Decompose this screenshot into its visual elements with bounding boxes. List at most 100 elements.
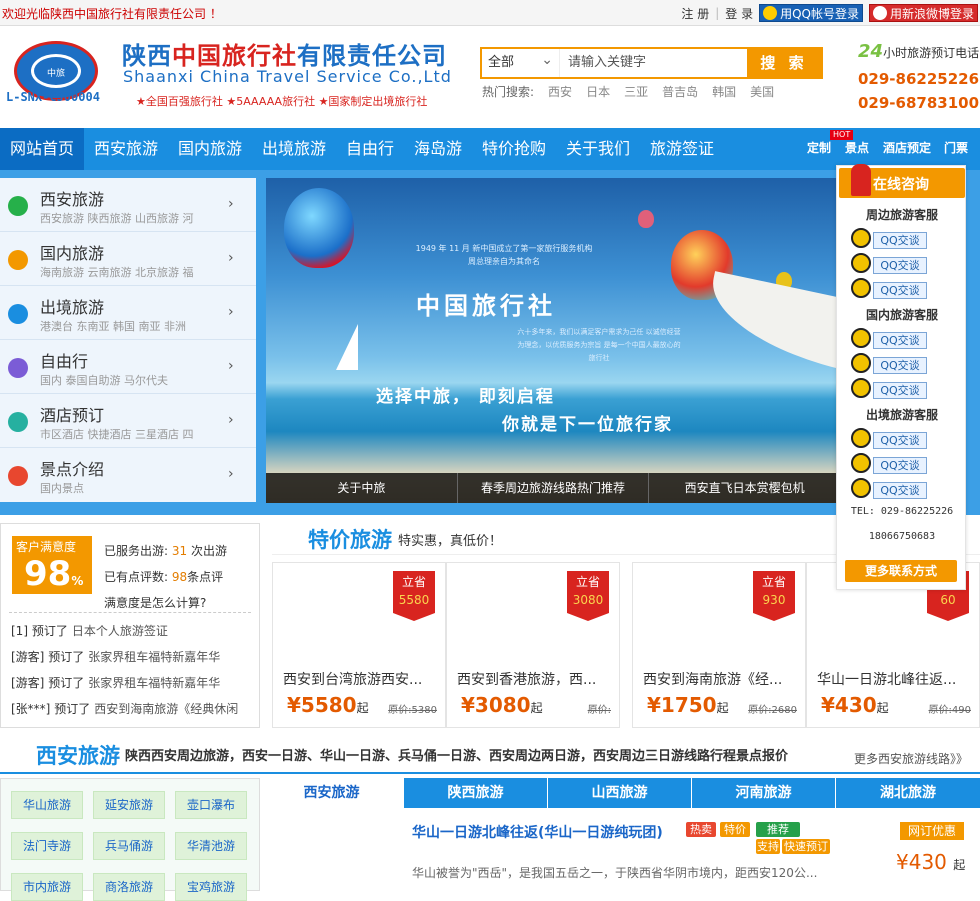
support-badge: 支持 (756, 839, 780, 854)
search-category-select[interactable]: 全部 (482, 46, 560, 77)
hero-banner[interactable]: 1949 年 11 月 新中国成立了第一家旅行服务机构 周总理亲自为其命名 中国… (266, 178, 840, 503)
qq-chat-button[interactable]: QQ交谈 (851, 253, 931, 275)
nav-visa[interactable]: 旅游签证 (650, 128, 714, 170)
order-item[interactable]: 张家界租车福特新嘉年华 (88, 650, 220, 664)
satisfaction-unit: % (71, 574, 84, 588)
menu-item-hotel[interactable]: 酒店预订 市区酒店 快捷酒店 三星酒店 四 › (0, 394, 256, 448)
consult-mobile: 18066750683 (868, 531, 936, 542)
product-description: 华山被誉为"西岳"，是我国五岳之一，于陕西省华阴市境内，距西安120公... (412, 866, 818, 880)
qq-chat-button[interactable]: QQ交谈 (851, 353, 931, 375)
tab-xian[interactable]: 西安旅游 (260, 778, 404, 808)
qq-chat-button[interactable]: QQ交谈 (851, 378, 931, 400)
quick-link[interactable]: 法门寺游 (11, 832, 83, 860)
more-xian-link[interactable]: 更多西安旅游线路》》 (854, 750, 968, 767)
nav-tickets[interactable]: 门票 (944, 128, 968, 170)
hot-search-item[interactable]: 美国 (750, 83, 774, 100)
nav-outbound[interactable]: 出境旅游 (262, 128, 326, 170)
qq-chat-label: QQ交谈 (873, 382, 927, 399)
xian-description: 陕西西安周边旅游，西安一日游、华山一日游、兵马俑一日游、西安周边两日游，西安周边… (125, 749, 789, 764)
offer-name[interactable]: 华山一日游北峰往返... (817, 669, 973, 689)
quick-link[interactable]: 市内旅游 (11, 873, 83, 901)
search-box: 全部 请输入关键字 搜 索 (480, 46, 823, 79)
nav-home[interactable]: 网站首页 (0, 128, 85, 170)
quick-link[interactable]: 商洛旅游 (93, 873, 165, 901)
menu-item-xian[interactable]: 西安旅游 西安旅游 陕西旅游 山西旅游 河 › (0, 178, 256, 232)
offer-name[interactable]: 西安到海南旅游《经... (643, 669, 799, 689)
order-item[interactable]: 日本个人旅游签证 (72, 624, 168, 638)
quick-link[interactable]: 壶口瀑布 (175, 791, 247, 819)
qq-penguin-icon (851, 228, 871, 248)
menu-item-outbound[interactable]: 出境旅游 港澳台 东南亚 韩国 南亚 非洲 › (0, 286, 256, 340)
offer-name[interactable]: 西安到香港旅游，西... (457, 669, 613, 689)
price-value: ¥430 (821, 693, 877, 717)
offer-card[interactable]: 立省 930 西安到海南旅游《经... ¥1750起 原价:2680 (632, 562, 806, 728)
menu-item-sub: 市区酒店 快捷酒店 三星酒店 四 (40, 428, 194, 441)
hot-search-item[interactable]: 普吉岛 (662, 83, 698, 100)
nav-island[interactable]: 海岛游 (414, 128, 462, 170)
tab-shaanxi[interactable]: 陕西旅游 (404, 778, 548, 808)
order-item[interactable]: 张家界租车福特新嘉年华 (88, 676, 220, 690)
nav-xian[interactable]: 西安旅游 (94, 128, 158, 170)
menu-item-sub: 国内 泰国自助游 马尔代夫 (40, 374, 168, 387)
qq-chat-button[interactable]: QQ交谈 (851, 428, 931, 450)
hot-search-item[interactable]: 西安 (548, 83, 572, 100)
offer-card[interactable]: 立省 5580 西安到台湾旅游西安... ¥5580起 原价:5380 (272, 562, 446, 728)
more-contact-button[interactable]: 更多联系方式 (845, 560, 957, 582)
order-row: [张***] 预订了 西安到海南旅游《经典休闲 (11, 696, 238, 722)
qq-login-button[interactable]: 用QQ帐号登录 (759, 4, 863, 22)
banner-tab[interactable]: 西安直飞日本赏樱包机 (649, 473, 840, 503)
qq-penguin-icon (851, 328, 871, 348)
balloon-image (638, 210, 654, 228)
price-value: ¥5580 (287, 693, 357, 717)
offer-card[interactable]: 立省 3080 西安到香港旅游，西... ¥3080起 原价: (446, 562, 620, 728)
divider (9, 612, 251, 613)
price-suffix: 起 (953, 858, 966, 872)
qq-chat-label: QQ交谈 (873, 432, 927, 449)
menu-item-domestic[interactable]: 国内旅游 海南旅游 云南旅游 北京旅游 福 › (0, 232, 256, 286)
weibo-login-button[interactable]: 用新浪微博登录 (868, 4, 978, 22)
register-link[interactable]: 注 册 (681, 5, 709, 22)
nav-domestic[interactable]: 国内旅游 (178, 128, 242, 170)
quick-link[interactable]: 宝鸡旅游 (175, 873, 247, 901)
nav-free-travel[interactable]: 自由行 (346, 128, 394, 170)
hot-search-item[interactable]: 韩国 (712, 83, 736, 100)
tab-henan[interactable]: 河南旅游 (692, 778, 836, 808)
quick-link[interactable]: 延安旅游 (93, 791, 165, 819)
order-user: [1] (11, 624, 28, 638)
nav-special[interactable]: 特价抢购 (482, 128, 546, 170)
weibo-icon (872, 6, 887, 20)
nav-custom[interactable]: 定制 (807, 128, 831, 170)
search-button[interactable]: 搜 索 (747, 49, 821, 77)
qq-chat-label: QQ交谈 (873, 482, 927, 499)
hot-search-item[interactable]: 三亚 (624, 83, 648, 100)
qq-chat-button[interactable]: QQ交谈 (851, 228, 931, 250)
quick-link[interactable]: 华清池游 (175, 832, 247, 860)
nav-hotel[interactable]: 酒店预定 (883, 128, 931, 170)
hot-search-item[interactable]: 日本 (586, 83, 610, 100)
quick-link[interactable]: 华山旅游 (11, 791, 83, 819)
qq-chat-button[interactable]: QQ交谈 (851, 478, 931, 500)
offer-name[interactable]: 西安到台湾旅游西安... (283, 669, 439, 689)
order-item[interactable]: 西安到海南旅游《经典休闲 (94, 702, 238, 716)
login-link[interactable]: 登 录 (725, 5, 753, 22)
nav-about[interactable]: 关于我们 (566, 128, 630, 170)
tab-hubei[interactable]: 湖北旅游 (836, 778, 980, 808)
hot-search-label: 热门搜索: (482, 85, 535, 99)
menu-item-title: 国内旅游 (40, 244, 105, 263)
banner-tab[interactable]: 春季周边旅游线路热门推荐 (458, 473, 650, 503)
search-input[interactable]: 请输入关键字 (560, 49, 747, 77)
order-action: 预订了 (54, 702, 91, 716)
qq-chat-button[interactable]: QQ交谈 (851, 278, 931, 300)
price-suffix: 起 (876, 701, 889, 715)
banner-tab[interactable]: 关于中旅 (266, 473, 458, 503)
tab-shanxi[interactable]: 山西旅游 (548, 778, 692, 808)
menu-item-free[interactable]: 自由行 国内 泰国自助游 马尔代夫 › (0, 340, 256, 394)
price-suffix: 起 (716, 701, 729, 715)
quick-link[interactable]: 兵马俑游 (93, 832, 165, 860)
qq-chat-button[interactable]: QQ交谈 (851, 328, 931, 350)
service-stats: 已服务出游: 31 次出游 已有点评数: 98条点评 满意度是怎么计算? (104, 538, 227, 616)
menu-item-scenic[interactable]: 景点介绍 国内景点 › (0, 448, 256, 502)
product-name[interactable]: 华山一日游北峰往返(华山一日游纯玩团) (412, 822, 663, 842)
orig-label: 原价: (388, 705, 412, 716)
qq-chat-button[interactable]: QQ交谈 (851, 453, 931, 475)
